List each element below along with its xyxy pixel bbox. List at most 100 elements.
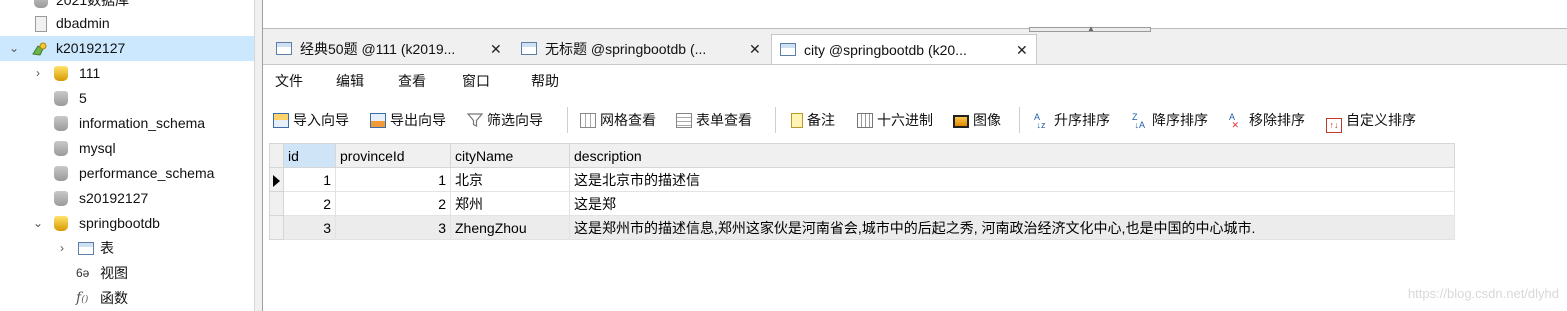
tree-item-views[interactable]: 6ə 视图 — [0, 261, 254, 286]
cell-provinceid[interactable]: 2 — [335, 191, 451, 216]
sort-descending-button[interactable]: Z ↓A 降序排序 — [1132, 110, 1208, 130]
file-icon — [35, 16, 47, 32]
cell-description[interactable]: 这是郑州市的描述信息,郑州这家伙是河南省会,城市中的后起之秀, 河南政治经济文化… — [569, 215, 1455, 240]
database-icon — [54, 116, 68, 131]
export-wizard-button[interactable]: 导出向导 — [370, 110, 446, 130]
tab-city[interactable]: city @springbootdb (k20... ✕ — [771, 34, 1037, 65]
toolbar-separator — [567, 107, 568, 133]
import-wizard-button[interactable]: 导入向导 — [273, 110, 349, 130]
table-icon — [276, 42, 292, 55]
table-icon — [521, 42, 537, 55]
tree-item-springbootdb[interactable]: ⌄ springbootdb — [0, 211, 254, 236]
column-header-id[interactable]: id — [283, 143, 336, 168]
chevron-down-icon[interactable]: ⌄ — [33, 211, 43, 236]
view-icon: 6ə — [76, 266, 90, 280]
cell-id[interactable]: 2 — [283, 191, 336, 216]
menu-view[interactable]: 查看 — [398, 71, 426, 91]
hex-button[interactable]: 十六进制 — [857, 110, 933, 130]
horizontal-splitter-handle[interactable]: ▲ — [1029, 24, 1151, 33]
image-icon — [953, 115, 969, 128]
sort-ascending-button[interactable]: A ↓z 升序排序 — [1034, 110, 1110, 130]
sort-ascending-icon: A ↓z — [1034, 112, 1046, 130]
tree-item-k20192127[interactable]: ⌄ k20192127 — [0, 36, 254, 61]
vertical-splitter[interactable] — [254, 0, 263, 311]
toolbar-separator — [775, 107, 776, 133]
database-icon — [54, 191, 68, 206]
main-area: ▲ 经典50题 @111 (k2019... ✕ 无标题 @springboot… — [263, 0, 1567, 311]
import-icon — [273, 113, 289, 128]
chevron-right-icon[interactable]: › — [57, 236, 67, 261]
cell-provinceid[interactable]: 3 — [335, 215, 451, 240]
navigation-tree: 2021数据库 dbadmin ⌄ k20192127 › 111 5 info… — [0, 0, 254, 311]
tree-item-performance-schema[interactable]: performance_schema — [0, 161, 254, 186]
menu-bar: 文件 编辑 查看 窗口 帮助 — [263, 64, 1567, 97]
tab-untitled[interactable]: 无标题 @springbootdb (... ✕ — [513, 34, 771, 64]
tree-item-mysql[interactable]: mysql — [0, 136, 254, 161]
tree-item-s20192127[interactable]: s20192127 — [0, 186, 254, 211]
filter-wizard-button[interactable]: 筛选向导 — [466, 110, 543, 130]
filter-icon — [466, 113, 484, 128]
tree-item-111[interactable]: › 111 — [0, 61, 254, 86]
tree-item-functions[interactable]: f() 函数 — [0, 286, 254, 311]
tree-item-tables[interactable]: › 表 — [0, 236, 254, 261]
row-header — [269, 191, 284, 216]
cell-cityname[interactable]: 郑州 — [450, 191, 570, 216]
remove-sort-icon: A ✕ — [1229, 112, 1240, 130]
close-icon[interactable]: ✕ — [749, 34, 761, 64]
table-header-row: id provinceId cityName description — [269, 143, 1455, 168]
custom-sort-button[interactable]: ↑↓ 自定义排序 — [1326, 110, 1416, 133]
table-row[interactable]: 3 3 ZhengZhou 这是郑州市的描述信息,郑州这家伙是河南省会,城市中的… — [269, 215, 1455, 240]
close-icon[interactable]: ✕ — [1016, 35, 1028, 65]
chevron-right-icon[interactable]: › — [33, 61, 43, 86]
toolbar-separator — [1019, 107, 1020, 133]
row-pointer-icon — [269, 167, 284, 192]
close-icon[interactable]: ✕ — [490, 34, 502, 64]
connection-icon — [30, 41, 47, 56]
tab-bar: 经典50题 @111 (k2019... ✕ 无标题 @springbootdb… — [263, 34, 1567, 65]
cell-description[interactable]: 这是郑 — [569, 191, 1455, 216]
database-icon — [54, 141, 68, 156]
column-header-cityname[interactable]: cityName — [450, 143, 570, 168]
tree-item-5[interactable]: 5 — [0, 86, 254, 111]
upper-pane — [263, 0, 1567, 29]
database-icon — [54, 91, 68, 106]
tab-query-50[interactable]: 经典50题 @111 (k2019... ✕ — [268, 34, 511, 64]
export-icon — [370, 113, 386, 128]
memo-icon — [791, 113, 803, 128]
chevron-down-icon[interactable]: ⌄ — [9, 36, 19, 61]
splitter-arrow-icon: ▲ — [1087, 24, 1095, 33]
database-icon — [54, 216, 68, 231]
menu-help[interactable]: 帮助 — [531, 71, 559, 91]
table-row[interactable]: 1 1 北京 这是北京市的描述信 — [269, 167, 1455, 192]
menu-window[interactable]: 窗口 — [462, 71, 490, 91]
cell-description[interactable]: 这是北京市的描述信 — [569, 167, 1455, 192]
cell-cityname[interactable]: 北京 — [450, 167, 570, 192]
database-icon — [34, 0, 48, 8]
grid-view-button[interactable]: 网格查看 — [580, 110, 656, 130]
grid-icon — [580, 113, 596, 128]
form-icon — [676, 113, 692, 128]
menu-edit[interactable]: 编辑 — [336, 71, 364, 91]
database-icon — [54, 166, 68, 181]
database-icon — [54, 66, 68, 81]
column-header-provinceid[interactable]: provinceId — [335, 143, 451, 168]
remove-sort-button[interactable]: A ✕ 移除排序 — [1229, 110, 1305, 130]
column-header-description[interactable]: description — [569, 143, 1455, 168]
tree-item-dbadmin[interactable]: dbadmin — [0, 11, 254, 36]
form-view-button[interactable]: 表单查看 — [676, 110, 752, 130]
table-icon — [780, 43, 796, 56]
cell-id[interactable]: 1 — [283, 167, 336, 192]
cell-cityname[interactable]: ZhengZhou — [450, 215, 570, 240]
custom-sort-icon: ↑↓ — [1326, 118, 1342, 133]
sort-descending-icon: Z ↓A — [1132, 112, 1146, 130]
data-grid: id provinceId cityName description 1 1 北… — [263, 142, 1567, 311]
table-row[interactable]: 2 2 郑州 这是郑 — [269, 191, 1455, 216]
toolbar: 导入向导 导出向导 筛选向导 网格查看 表单查看 备注 十六进制 图像 A ↓z… — [263, 97, 1567, 143]
memo-button[interactable]: 备注 — [791, 110, 835, 130]
tree-item-information-schema[interactable]: information_schema — [0, 111, 254, 136]
menu-file[interactable]: 文件 — [275, 71, 303, 91]
cell-id[interactable]: 3 — [283, 215, 336, 240]
cell-provinceid[interactable]: 1 — [335, 167, 451, 192]
table-icon — [78, 242, 94, 255]
image-button[interactable]: 图像 — [953, 110, 1001, 130]
